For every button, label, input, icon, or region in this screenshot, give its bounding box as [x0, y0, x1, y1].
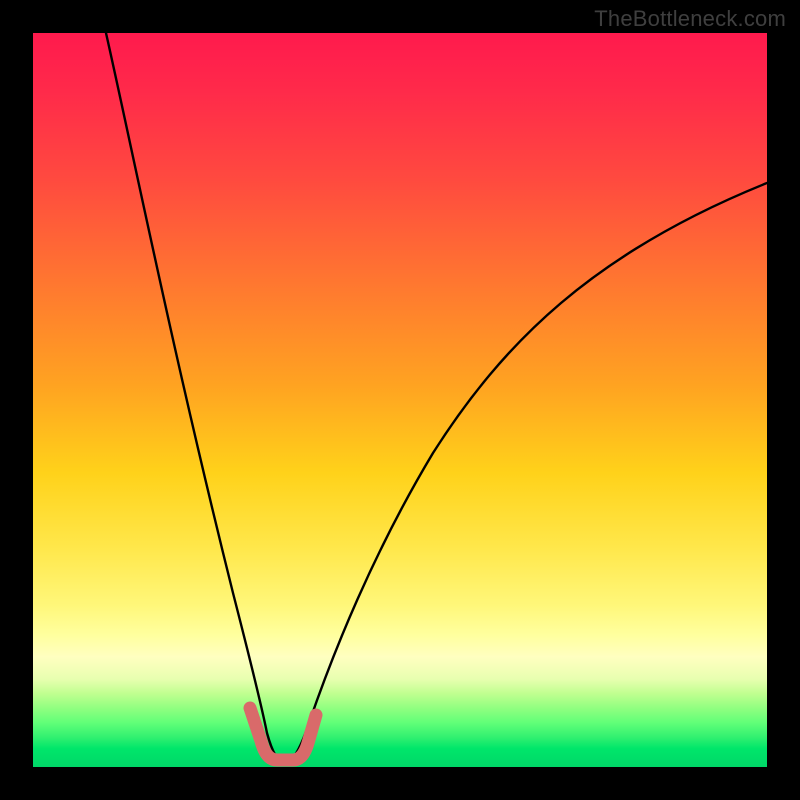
plot-area — [33, 33, 767, 767]
bottleneck-curve — [106, 33, 767, 763]
watermark-text: TheBottleneck.com — [594, 6, 786, 32]
optimal-marker — [250, 708, 316, 760]
chart-frame: TheBottleneck.com — [0, 0, 800, 800]
curve-layer — [33, 33, 767, 767]
